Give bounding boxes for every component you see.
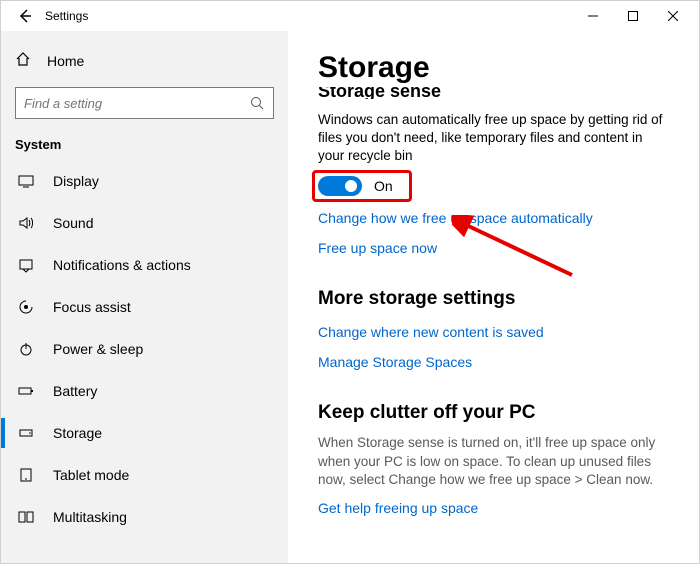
search-icon bbox=[249, 96, 265, 110]
back-button[interactable] bbox=[11, 2, 39, 30]
sidebar-item-focus-assist[interactable]: Focus assist bbox=[1, 286, 288, 328]
nav-label: Display bbox=[53, 173, 99, 189]
sidebar-item-display[interactable]: Display bbox=[1, 160, 288, 202]
close-button[interactable] bbox=[653, 2, 693, 30]
content-area: Storage Storage sense Windows can automa… bbox=[288, 31, 699, 563]
maximize-button[interactable] bbox=[613, 2, 653, 30]
display-icon bbox=[15, 173, 37, 189]
multitasking-icon bbox=[15, 509, 37, 525]
titlebar: Settings bbox=[1, 1, 699, 31]
sidebar-item-multitasking[interactable]: Multitasking bbox=[1, 496, 288, 538]
search-field[interactable] bbox=[24, 96, 249, 111]
clutter-heading: Keep clutter off your PC bbox=[318, 402, 669, 424]
storage-sense-toggle[interactable] bbox=[318, 176, 362, 196]
home-icon bbox=[15, 51, 31, 72]
nav-label: Focus assist bbox=[53, 299, 131, 315]
nav-label: Sound bbox=[53, 215, 93, 231]
storage-icon bbox=[15, 425, 37, 441]
nav-label: Battery bbox=[53, 383, 97, 399]
power-icon bbox=[15, 341, 37, 357]
sidebar-item-tablet-mode[interactable]: Tablet mode bbox=[1, 454, 288, 496]
tablet-icon bbox=[15, 467, 37, 483]
home-label: Home bbox=[47, 53, 84, 69]
sidebar-item-battery[interactable]: Battery bbox=[1, 370, 288, 412]
sidebar-item-storage[interactable]: Storage bbox=[1, 412, 288, 454]
search-input[interactable] bbox=[15, 87, 274, 119]
link-free-up-now[interactable]: Free up space now bbox=[318, 240, 437, 256]
sidebar: Home System Display Sound bbox=[1, 31, 288, 563]
nav-label: Notifications & actions bbox=[53, 257, 191, 273]
notifications-icon bbox=[15, 257, 37, 273]
clutter-description: When Storage sense is turned on, it'll f… bbox=[318, 434, 669, 491]
more-settings-heading: More storage settings bbox=[318, 288, 669, 310]
storage-sense-heading: Storage sense bbox=[318, 87, 669, 99]
sound-icon bbox=[15, 215, 37, 231]
toggle-label: On bbox=[374, 178, 393, 194]
focus-assist-icon bbox=[15, 299, 37, 315]
nav-label: Storage bbox=[53, 425, 102, 441]
storage-sense-description: Windows can automatically free up space … bbox=[318, 111, 669, 166]
battery-icon bbox=[15, 383, 37, 399]
sidebar-item-sound[interactable]: Sound bbox=[1, 202, 288, 244]
link-change-auto-free[interactable]: Change how we free up space automaticall… bbox=[318, 210, 593, 226]
nav-label: Power & sleep bbox=[53, 341, 143, 357]
sidebar-section-label: System bbox=[1, 123, 288, 160]
link-change-save-location[interactable]: Change where new content is saved bbox=[318, 324, 544, 340]
page-title: Storage bbox=[318, 51, 669, 85]
window-title: Settings bbox=[45, 9, 88, 23]
link-get-help[interactable]: Get help freeing up space bbox=[318, 500, 478, 516]
sidebar-item-notifications[interactable]: Notifications & actions bbox=[1, 244, 288, 286]
minimize-button[interactable] bbox=[573, 2, 613, 30]
nav-label: Multitasking bbox=[53, 509, 127, 525]
link-manage-storage-spaces[interactable]: Manage Storage Spaces bbox=[318, 354, 472, 370]
sidebar-item-power-sleep[interactable]: Power & sleep bbox=[1, 328, 288, 370]
nav-label: Tablet mode bbox=[53, 467, 129, 483]
home-button[interactable]: Home bbox=[1, 43, 288, 79]
